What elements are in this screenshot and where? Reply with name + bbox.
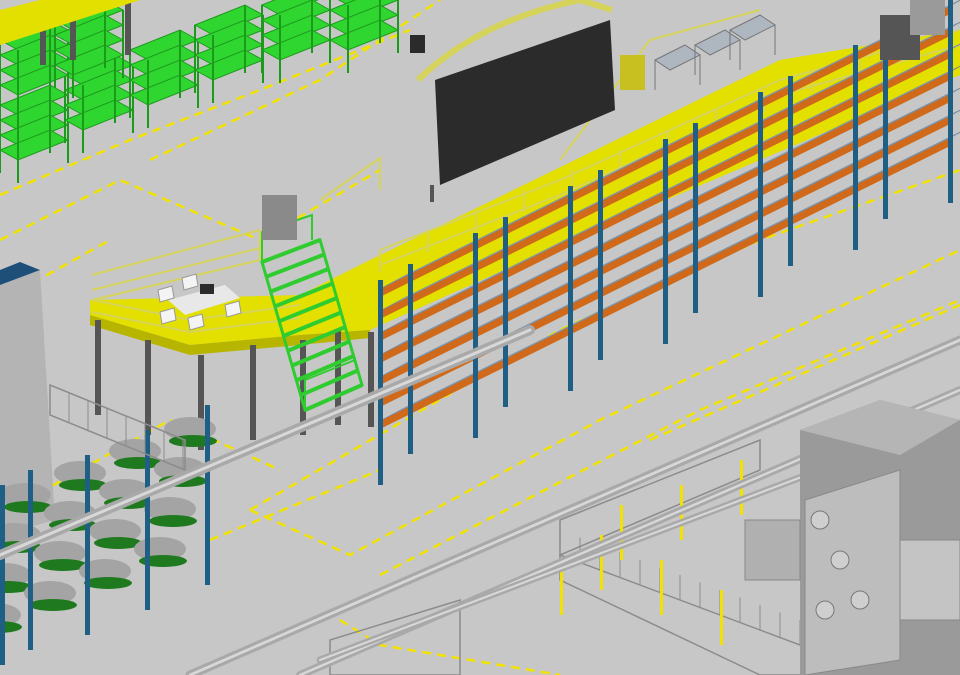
rack-upright: [948, 0, 953, 203]
support-post: [250, 345, 256, 440]
support-post: [368, 332, 374, 427]
electrical-cabinet: [262, 195, 297, 240]
bin-tray: [149, 515, 197, 527]
bin-tray: [29, 599, 77, 611]
bin-rack-upright: [28, 470, 33, 650]
support-post: [125, 0, 131, 55]
fence-post: [660, 560, 663, 615]
yellow-box: [620, 55, 645, 90]
machine-panel: [804, 469, 901, 675]
lamp-head: [410, 35, 425, 53]
rack-upright: [788, 76, 793, 266]
fence-post: [720, 590, 723, 645]
support-post: [145, 340, 151, 435]
rack-upright: [568, 186, 573, 391]
rack-upright: [663, 139, 668, 344]
rack-upright: [473, 233, 478, 438]
machine-control: [899, 539, 960, 621]
machine-part: [830, 550, 850, 570]
factory-scene: [0, 0, 960, 675]
rack-upright: [758, 92, 763, 297]
cabinet: [910, 0, 945, 35]
support-post: [95, 320, 101, 415]
machine-part: [850, 590, 870, 610]
rack-upright: [408, 264, 413, 454]
rack-upright: [598, 170, 603, 360]
rack-upright: [853, 45, 858, 250]
bin-rack-upright: [205, 405, 210, 585]
rack-upright: [503, 217, 508, 407]
machine-side-unit: [744, 519, 801, 581]
machine-part: [810, 510, 830, 530]
machine-part: [815, 600, 835, 620]
bin-rack-upright: [0, 485, 5, 665]
computer-monitor: [200, 284, 214, 294]
bin-rack-upright: [145, 430, 150, 610]
rack-upright: [378, 280, 383, 485]
bin-rack-upright: [85, 455, 90, 635]
rack-upright: [693, 123, 698, 313]
bin-tray: [84, 577, 132, 589]
